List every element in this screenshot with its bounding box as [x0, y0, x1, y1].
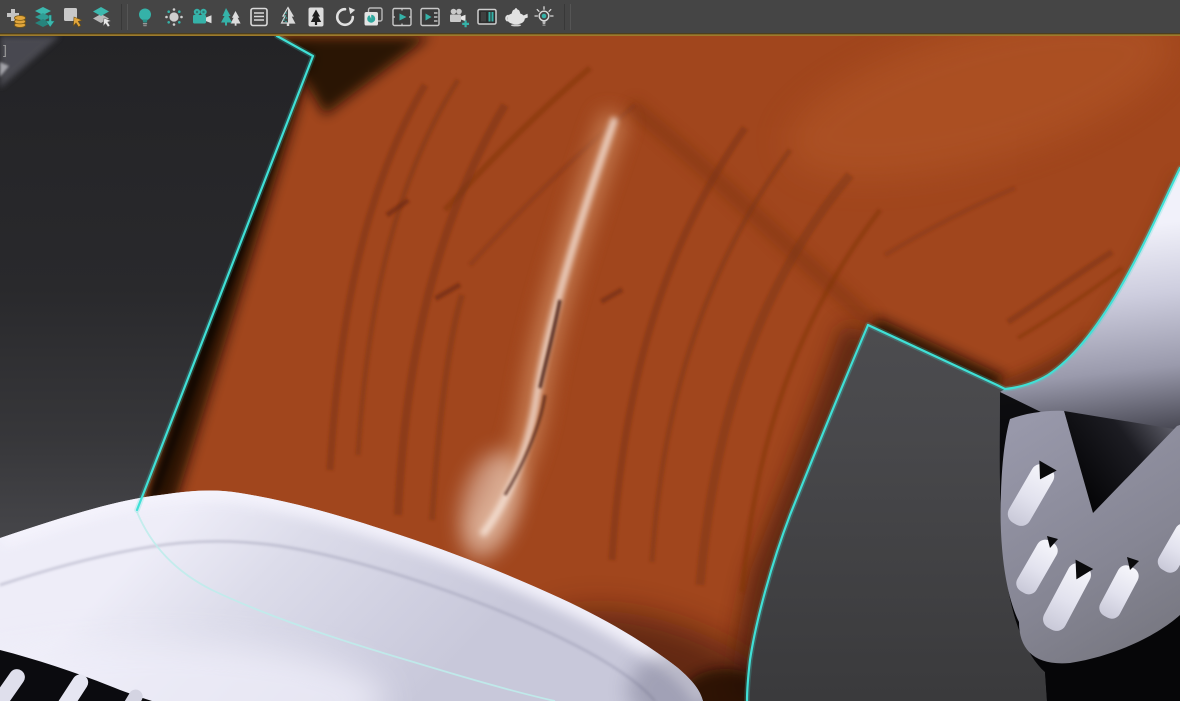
toolbar-separator: [121, 3, 128, 30]
toolbar-button-sun-dots[interactable]: [161, 4, 187, 30]
monitor-stripes-icon: [475, 5, 499, 29]
play-frame-icon: [390, 5, 414, 29]
half-tree-icon: [276, 5, 300, 29]
trees-icon: [219, 5, 243, 29]
plus-coins-icon: [4, 5, 28, 29]
play-list-frame-icon: [418, 5, 442, 29]
viewport-3d[interactable]: ]: [0, 36, 1180, 701]
teapot-icon: [504, 5, 528, 29]
layers-down-arrow-icon: [33, 5, 57, 29]
layers-cursor-icon: [90, 5, 114, 29]
toolbar-button-bulb-rays[interactable]: [531, 4, 557, 30]
stacked-frames-pie-icon: [361, 5, 385, 29]
viewport-label-fragment: ]: [1, 44, 9, 59]
toolbar-button-stacked-frames-pie[interactable]: [360, 4, 386, 30]
toolbar-button-film-camera[interactable]: [189, 4, 215, 30]
active-viewport-border: [0, 33, 1180, 36]
bulb-icon: [133, 5, 157, 29]
toolbar-button-trees[interactable]: [218, 4, 244, 30]
list-panel-icon: [247, 5, 271, 29]
square-cursor-icon: [61, 5, 85, 29]
toolbar-button-circular-arrow[interactable]: [332, 4, 358, 30]
circular-arrow-icon: [333, 5, 357, 29]
toolbar-button-bulb[interactable]: [132, 4, 158, 30]
toolbar-button-half-tree[interactable]: [275, 4, 301, 30]
main-toolbar: [0, 0, 1180, 33]
toolbar-button-play-list-frame[interactable]: [417, 4, 443, 30]
toolbar-button-plus-coins[interactable]: [3, 4, 29, 30]
bulb-rays-icon: [532, 5, 556, 29]
sun-dots-icon: [162, 5, 186, 29]
toolbar-button-monitor-stripes[interactable]: [474, 4, 500, 30]
toolbar-button-play-frame[interactable]: [389, 4, 415, 30]
toolbar-button-list-panel[interactable]: [246, 4, 272, 30]
toolbar-button-film-camera-plus[interactable]: [446, 4, 472, 30]
toolbar-button-layers-cursor[interactable]: [89, 4, 115, 30]
toolbar-button-tree-card[interactable]: [303, 4, 329, 30]
scene-canvas: [0, 36, 1180, 701]
toolbar-button-teapot[interactable]: [503, 4, 529, 30]
film-camera-plus-icon: [447, 5, 471, 29]
toolbar-separator: [563, 3, 571, 30]
toolbar-button-layers-down-arrow[interactable]: [32, 4, 58, 30]
tree-card-icon: [304, 5, 328, 29]
film-camera-icon: [190, 5, 214, 29]
toolbar-button-square-cursor[interactable]: [60, 4, 86, 30]
